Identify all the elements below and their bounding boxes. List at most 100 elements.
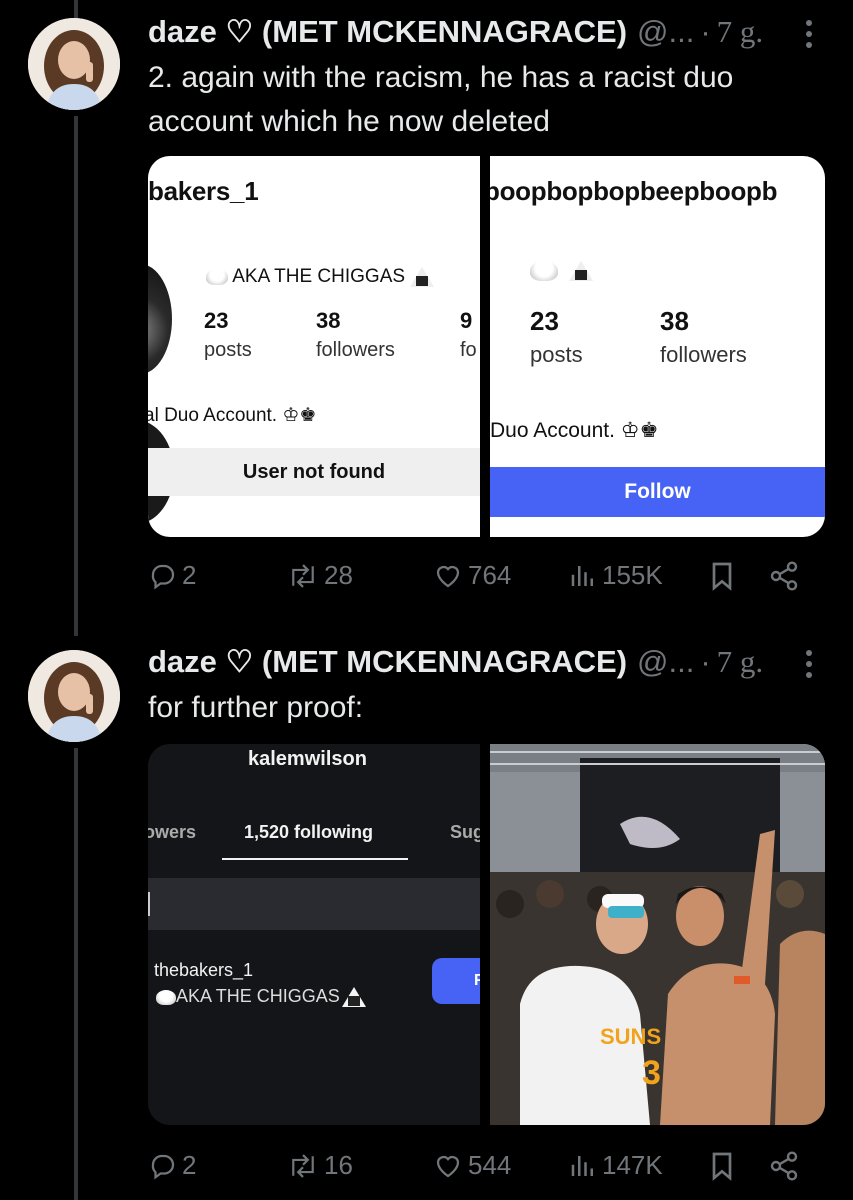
user-not-found-label: User not found — [242, 460, 386, 483]
rice-emoji-icon — [206, 268, 228, 285]
share-button[interactable] — [768, 560, 800, 592]
media-image-right[interactable]: boopbopbopbeepboopb 23 posts 38 follower… — [490, 156, 825, 537]
more-options-icon[interactable] — [805, 20, 813, 48]
avatar[interactable] — [28, 18, 120, 110]
result-bio: AKA THE CHIGGAS — [156, 986, 366, 1008]
followers-count: 38 — [660, 306, 689, 336]
views-button[interactable]: 147K — [568, 1150, 663, 1181]
media-image-right[interactable]: SUNS 3 — [490, 744, 825, 1125]
tab-followers[interactable]: owers — [148, 822, 196, 843]
repost-icon — [292, 1153, 314, 1178]
media-image-left[interactable]: bakers_1 AKA THE CHIGGAS 23 posts 38 fol… — [148, 156, 480, 537]
profile-avatar-image — [148, 264, 172, 374]
author-name[interactable]: daze ♡ (MET MCKENNAGRACE) — [148, 644, 627, 680]
reply-icon — [151, 1154, 175, 1179]
post-text: for further proof: — [148, 691, 364, 724]
profile-emoji-line — [530, 260, 594, 282]
post-time[interactable]: 7 g. — [717, 644, 764, 680]
result-username[interactable]: thebakers_1 — [154, 960, 253, 981]
thread-line-bottom — [74, 748, 78, 1200]
bookmark-icon — [712, 562, 732, 591]
avatar[interactable] — [28, 650, 120, 742]
reply-button[interactable]: 2 — [148, 560, 196, 591]
post-text: 2. again with the racism, he has a racis… — [148, 61, 734, 138]
separator-dot: · — [700, 14, 711, 49]
more-options-icon[interactable] — [805, 650, 813, 678]
onigiri-emoji-icon — [569, 260, 594, 281]
profile-description: al Duo Account. ♔♚ — [148, 405, 317, 426]
like-button[interactable]: 544 — [432, 1150, 511, 1181]
post-media[interactable]: bakers_1 AKA THE CHIGGAS 23 posts 38 fol… — [148, 156, 825, 537]
post-media[interactable]: kalemwilson owers 1,520 following Sug th… — [148, 744, 825, 1125]
reply-count: 2 — [182, 560, 197, 590]
followers-count: 38 — [316, 308, 341, 333]
like-count: 544 — [468, 1150, 512, 1180]
author-name[interactable]: daze ♡ (MET MCKENNAGRACE) — [148, 14, 627, 50]
follow-button[interactable]: F — [432, 958, 480, 1004]
share-icon — [770, 561, 798, 591]
text-cursor — [148, 892, 150, 916]
post-actions: 2 28 764 155K — [148, 560, 808, 600]
onigiri-emoji-icon — [341, 987, 366, 1008]
thread-line-middle — [74, 116, 78, 636]
heart-icon — [436, 1155, 460, 1177]
share-icon — [770, 1151, 798, 1181]
search-input[interactable] — [148, 878, 480, 930]
rice-emoji-icon — [156, 989, 176, 1005]
like-button[interactable]: 764 — [432, 560, 511, 591]
profile-description: Duo Account. ♔♚ — [490, 419, 659, 442]
posts-count: 23 — [204, 308, 229, 333]
post-time[interactable]: 7 g. — [717, 14, 764, 50]
thread-line-top — [74, 0, 78, 20]
tab-suggested[interactable]: Sug — [450, 822, 480, 843]
reply-count: 2 — [182, 1150, 197, 1180]
post-actions: 2 16 544 147K — [148, 1150, 808, 1190]
posts-label: posts — [204, 339, 252, 361]
avatar-image — [28, 650, 120, 742]
media-image-left[interactable]: kalemwilson owers 1,520 following Sug th… — [148, 744, 480, 1125]
bookmark-button[interactable] — [708, 560, 736, 592]
like-count: 764 — [468, 560, 512, 590]
rice-emoji-icon — [530, 260, 558, 281]
post-header: daze ♡ (MET MCKENNAGRACE) @... · 7 g. — [148, 12, 763, 52]
profile-bio-line: AKA THE CHIGGAS — [206, 266, 435, 288]
repost-button[interactable]: 16 — [286, 1150, 353, 1181]
profile-title: kalemwilson — [248, 748, 367, 770]
share-button[interactable] — [768, 1150, 800, 1182]
follow-label: F — [474, 972, 480, 989]
bio-text: AKA THE CHIGGAS — [232, 266, 406, 287]
author-handle[interactable]: @... — [637, 644, 694, 680]
repost-count: 28 — [324, 560, 353, 590]
reply-icon — [151, 564, 175, 589]
post-header: daze ♡ (MET MCKENNAGRACE) @... · 7 g. — [148, 642, 763, 682]
concert-photo: SUNS 3 — [490, 744, 825, 1125]
user-not-found-button[interactable]: User not found — [148, 448, 480, 496]
bookmark-icon — [712, 1152, 732, 1181]
onigiri-emoji-icon — [410, 266, 435, 287]
posts-label: posts — [530, 342, 583, 367]
profile-username: boopbopbopbeepboopb — [490, 176, 778, 206]
heart-icon — [436, 565, 460, 587]
views-button[interactable]: 155K — [568, 560, 663, 591]
media-divider — [480, 744, 490, 1125]
separator-dot: · — [700, 644, 711, 679]
followers-label: followers — [316, 339, 395, 361]
following-count: 9 — [460, 308, 473, 333]
tab-active-underline — [222, 858, 408, 860]
avatar-image — [28, 18, 120, 110]
repost-icon — [292, 563, 314, 588]
jersey-text: SUNS — [600, 1024, 661, 1049]
following-label: fo — [460, 339, 477, 361]
reply-button[interactable]: 2 — [148, 1150, 196, 1181]
media-divider — [480, 156, 490, 537]
repost-button[interactable]: 28 — [286, 560, 353, 591]
bookmark-button[interactable] — [708, 1150, 736, 1182]
views-icon — [571, 565, 593, 586]
author-handle[interactable]: @... — [637, 14, 694, 50]
follow-button[interactable]: Follow — [490, 467, 825, 517]
jersey-number: 3 — [642, 1054, 661, 1092]
views-icon — [571, 1155, 593, 1176]
tab-following[interactable]: 1,520 following — [244, 822, 373, 843]
follow-label: Follow — [624, 480, 691, 503]
followers-label: followers — [660, 342, 747, 367]
